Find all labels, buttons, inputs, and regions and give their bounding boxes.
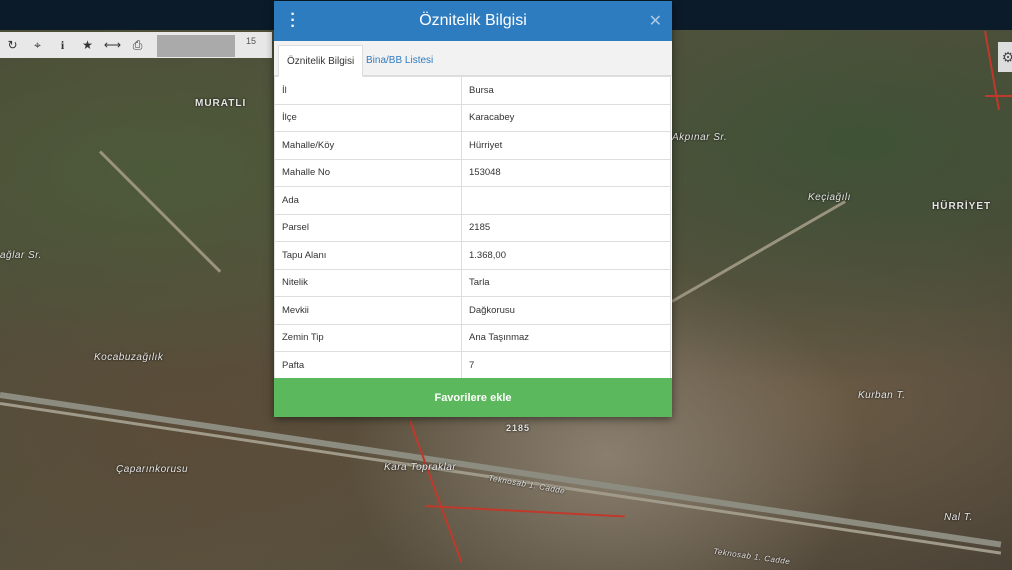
- map-label-kocabuzagilik: Kocabuzağılık: [94, 352, 164, 363]
- attribute-key: Mahalle No: [274, 158, 462, 187]
- attribute-value: Bursa: [461, 76, 671, 105]
- attribute-value: Ana Taşınmaz: [461, 323, 671, 352]
- tab-attribute-info[interactable]: Öznitelik Bilgisi: [278, 45, 364, 77]
- attribute-key: Mevkii: [274, 296, 462, 325]
- locate-icon[interactable]: ⌖: [25, 32, 50, 58]
- parcel-boundary-line: [424, 505, 625, 518]
- attribute-value: 7: [461, 351, 671, 380]
- attribute-value: 2185: [461, 213, 671, 242]
- attribute-value: Karacabey: [461, 103, 671, 132]
- map-label-kurban: Kurban T.: [858, 390, 906, 401]
- table-row: Ada: [274, 186, 671, 215]
- close-icon[interactable]: ✕: [649, 11, 662, 31]
- measure-icon[interactable]: ⟷: [100, 32, 125, 58]
- scale-value: 15: [246, 36, 257, 46]
- table-row: İlçe Karacabey: [274, 103, 671, 132]
- map-label-daglar: ağlar Sr.: [0, 250, 42, 261]
- map-label-hurriyet: HÜRRİYET: [932, 201, 992, 212]
- dialog-tabs: Öznitelik Bilgisi Bina/BB Listesi: [274, 41, 672, 77]
- rural-road-2: [671, 200, 846, 303]
- table-row: Nitelik Tarla: [274, 268, 671, 297]
- dialog-header: · · · Öznitelik Bilgisi ✕: [274, 1, 672, 41]
- map-label-nal: Nal T.: [944, 512, 973, 523]
- attribute-key: İlçe: [274, 103, 462, 132]
- map-label-kecagili: Keçiağılı: [808, 192, 851, 203]
- rural-road: [98, 150, 222, 273]
- attribute-key: Pafta: [274, 351, 462, 380]
- tab-building-list[interactable]: Bina/BB Listesi: [358, 45, 441, 75]
- map-label-parcel-number: 2185: [506, 423, 531, 433]
- attribute-key: İl: [274, 76, 462, 105]
- attribute-info-dialog: · · · Öznitelik Bilgisi ✕ Öznitelik Bilgis…: [274, 1, 672, 417]
- map-label-akpinar: Akpınar Sr.: [672, 132, 728, 143]
- table-row: Mevkii Dağkorusu: [274, 296, 671, 325]
- table-row: Mahalle/Köy Hürriyet: [274, 131, 671, 160]
- kebab-menu-icon[interactable]: · · ·: [288, 7, 298, 35]
- attribute-table: İl Bursa İlçe Karacabey Mahalle/Köy Hürriyet M…: [274, 76, 671, 380]
- add-favorite-button[interactable]: Favorilere ekle: [274, 378, 672, 417]
- attribute-value: 1.368,00: [461, 241, 671, 270]
- table-row: İl Bursa: [274, 76, 671, 105]
- map-label-teknosab-2: Teknosab 1. Cadde: [712, 546, 791, 567]
- parcel-boundary-line: [409, 420, 463, 563]
- attribute-value: Dağkorusu: [461, 296, 671, 325]
- map-label-caparinkorusu: Çaparınkorusu: [116, 464, 189, 475]
- dialog-title: Öznitelik Bilgisi: [419, 12, 527, 29]
- attribute-value: [461, 186, 671, 215]
- map-label-muratli: MURATLI: [195, 98, 247, 109]
- attribute-key: Ada: [274, 186, 462, 215]
- refresh-icon[interactable]: ↻: [0, 32, 25, 58]
- attribute-key: Tapu Alanı: [274, 241, 462, 270]
- attribute-value: Hürriyet: [461, 131, 671, 160]
- attribute-key: Parsel: [274, 213, 462, 242]
- gear-icon[interactable]: ⚙: [998, 42, 1012, 72]
- attribute-key: Nitelik: [274, 268, 462, 297]
- attribute-key: Zemin Tip: [274, 323, 462, 352]
- table-row: Parsel 2185: [274, 213, 671, 242]
- parcel-boundary-line: [985, 95, 1012, 97]
- star-icon[interactable]: ★: [75, 32, 100, 58]
- map-label-kara-topraklar: Kara Topraklar: [384, 462, 457, 473]
- table-row: Pafta 7: [274, 351, 671, 380]
- attribute-key: Mahalle/Köy: [274, 131, 462, 160]
- attribute-value: Tarla: [461, 268, 671, 297]
- table-row: Tapu Alanı 1.368,00: [274, 241, 671, 270]
- info-icon[interactable]: i: [50, 32, 75, 58]
- attribute-value: 153048: [461, 158, 671, 187]
- print-icon[interactable]: ⎙: [125, 32, 150, 58]
- scale-slider[interactable]: [157, 35, 235, 57]
- table-row: Zemin Tip Ana Taşınmaz: [274, 323, 671, 352]
- table-row: Mahalle No 153048: [274, 158, 671, 187]
